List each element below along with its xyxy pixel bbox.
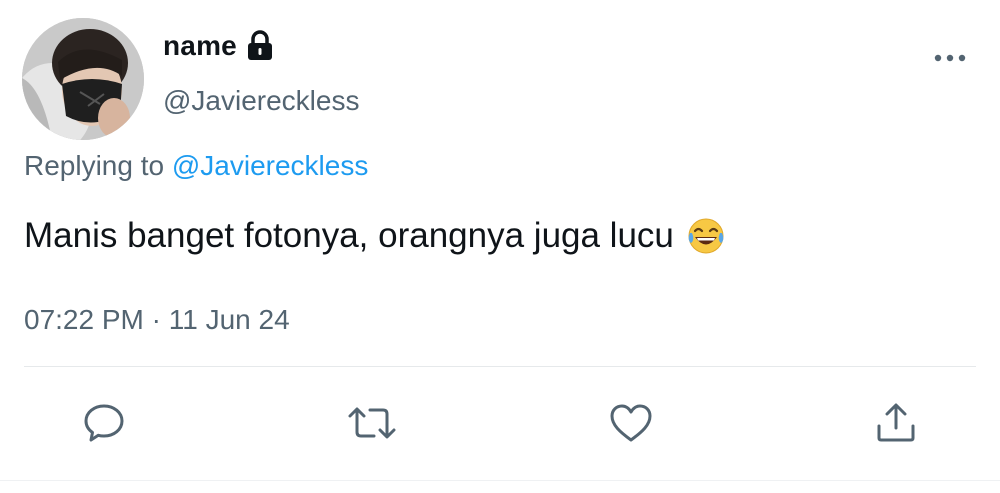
- like-button[interactable]: [608, 400, 654, 446]
- share-button[interactable]: [873, 400, 919, 446]
- tweet-timestamp[interactable]: 07:22 PM · 11 Jun 24: [24, 304, 290, 336]
- user-handle[interactable]: @Javiereckless: [163, 85, 359, 117]
- reply-icon: [81, 400, 127, 446]
- display-name-row: name: [163, 30, 274, 62]
- replying-to-mention[interactable]: @Javiereckless: [172, 150, 368, 181]
- avatar[interactable]: [22, 18, 144, 140]
- retweet-icon: [346, 400, 398, 446]
- avatar-image: [22, 18, 144, 140]
- face-with-tears-of-joy-icon: [686, 216, 726, 256]
- replying-to-label: Replying to: [24, 150, 172, 181]
- lock-icon: [246, 30, 274, 62]
- tweet-body: Manis banget fotonya, orangnya juga lucu: [24, 216, 726, 256]
- tweet-card: name @Javiereckless Replying to @Javiere…: [0, 0, 1000, 493]
- reply-button[interactable]: [81, 400, 127, 446]
- bottom-border: [0, 480, 1000, 481]
- replying-to-line: Replying to @Javiereckless: [24, 150, 368, 182]
- heart-icon: [608, 400, 654, 446]
- display-name[interactable]: name: [163, 30, 237, 62]
- retweet-button[interactable]: [346, 400, 398, 446]
- share-icon: [873, 400, 919, 446]
- divider: [24, 366, 976, 367]
- more-icon[interactable]: [932, 48, 968, 68]
- tweet-text: Manis banget fotonya, orangnya juga lucu: [24, 216, 674, 255]
